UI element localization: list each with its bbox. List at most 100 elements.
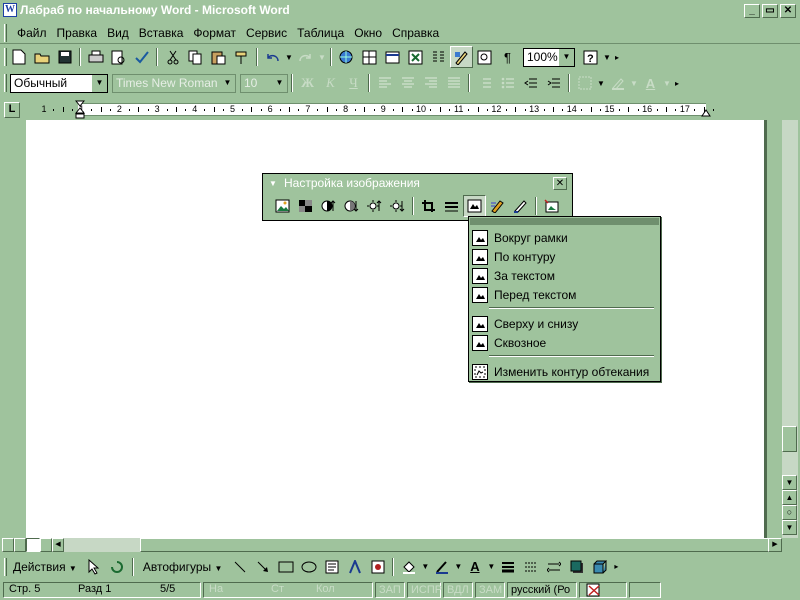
hyperlink-icon[interactable] <box>335 46 358 68</box>
style-dropdown-icon[interactable]: ▼ <box>92 74 107 92</box>
toolbar-more-icon[interactable]: ▸ <box>611 562 621 571</box>
clip-art-icon[interactable] <box>366 556 389 578</box>
line-color-dropdown-icon[interactable]: ▼ <box>453 562 463 571</box>
scroll-down-icon[interactable]: ▼ <box>782 475 797 490</box>
justify-icon[interactable] <box>442 72 465 94</box>
close-button[interactable]: ✕ <box>780 4 796 18</box>
toolbar-menu-icon[interactable]: ▼ <box>269 175 277 192</box>
wrap-in-front-item[interactable]: Перед текстом <box>472 286 657 304</box>
free-rotate-icon[interactable] <box>106 556 129 578</box>
columns-icon[interactable] <box>427 46 450 68</box>
align-right-icon[interactable] <box>419 72 442 94</box>
line-style-icon[interactable] <box>440 195 463 217</box>
menu-drag-handle[interactable] <box>470 218 659 225</box>
text-wrapping-icon[interactable] <box>463 195 486 217</box>
font-select[interactable]: Times New Roman ▼ <box>112 73 236 93</box>
horizontal-scroll-thumb[interactable] <box>140 538 770 552</box>
help-dropdown-icon[interactable]: ▼ <box>602 53 612 62</box>
vertical-scroll-thumb[interactable] <box>782 426 797 452</box>
menu-insert[interactable]: Вставка <box>134 25 189 41</box>
menu-help[interactable]: Справка <box>387 25 444 41</box>
dash-style-icon[interactable] <box>519 556 542 578</box>
highlight-icon[interactable] <box>606 72 629 94</box>
scroll-right-icon[interactable]: ▶ <box>768 538 782 552</box>
next-page-icon[interactable]: ▼ <box>782 520 797 535</box>
open-folder-icon[interactable] <box>30 46 53 68</box>
picture-toolbar-title-bar[interactable]: ▼ Настройка изображения <box>264 175 571 193</box>
align-center-icon[interactable] <box>396 72 419 94</box>
toolbar-grip[interactable] <box>4 74 7 92</box>
web-view-icon[interactable] <box>14 538 26 552</box>
minimize-button[interactable]: _ <box>744 4 760 18</box>
numbering-icon[interactable] <box>473 72 496 94</box>
menu-table[interactable]: Таблица <box>292 25 349 41</box>
reset-picture-icon[interactable] <box>540 195 563 217</box>
help-icon[interactable]: ? <box>579 46 602 68</box>
print-layout-view-icon[interactable] <box>26 538 40 552</box>
3d-icon[interactable] <box>588 556 611 578</box>
draw-font-color-dropdown-icon[interactable]: ▼ <box>486 562 496 571</box>
outline-view-icon[interactable] <box>40 538 52 552</box>
redo-icon[interactable] <box>294 46 317 68</box>
text-box-icon[interactable] <box>320 556 343 578</box>
arrow-icon[interactable] <box>251 556 274 578</box>
arrow-style-icon[interactable] <box>542 556 565 578</box>
line-color-icon[interactable] <box>430 556 453 578</box>
zoom-dropdown-icon[interactable]: ▼ <box>559 48 574 66</box>
oval-icon[interactable] <box>297 556 320 578</box>
document-map-icon[interactable] <box>473 46 496 68</box>
more-brightness-icon[interactable] <box>363 195 386 217</box>
toolbar-more-icon[interactable]: ▸ <box>672 79 682 88</box>
right-indent-marker[interactable] <box>701 105 711 117</box>
align-left-icon[interactable] <box>373 72 396 94</box>
wrap-square-item[interactable]: Вокруг рамки <box>472 229 657 247</box>
paste-icon[interactable] <box>207 46 230 68</box>
font-dropdown-icon[interactable]: ▼ <box>220 74 235 92</box>
style-select[interactable]: Обычный ▼ <box>10 73 108 93</box>
status-ovr[interactable]: ЗАМ <box>475 582 505 598</box>
crop-icon[interactable] <box>417 195 440 217</box>
copy-icon[interactable] <box>184 46 207 68</box>
status-ext[interactable]: ВДЛ <box>443 582 473 598</box>
show-hide-icon[interactable]: ¶ <box>496 46 519 68</box>
font-size-dropdown-icon[interactable]: ▼ <box>272 74 287 92</box>
border-dropdown-icon[interactable]: ▼ <box>596 79 606 88</box>
wrap-top-bottom-item[interactable]: Сверху и снизу <box>472 315 657 333</box>
font-color-icon[interactable]: A <box>639 72 662 94</box>
wrap-tight-item[interactable]: По контуру <box>472 248 657 266</box>
fill-color-icon[interactable] <box>397 556 420 578</box>
less-brightness-icon[interactable] <box>386 195 409 217</box>
menu-file[interactable]: Файл <box>12 25 52 41</box>
picture-toolbar-close-button[interactable]: ✕ <box>553 177 567 190</box>
previous-page-icon[interactable]: ▲ <box>782 490 797 505</box>
undo-icon[interactable] <box>261 46 284 68</box>
rectangle-icon[interactable] <box>274 556 297 578</box>
restore-button[interactable]: ▭ <box>762 4 778 18</box>
line-icon[interactable] <box>228 556 251 578</box>
left-indent-marker[interactable] <box>74 100 86 120</box>
format-painter-icon[interactable] <box>230 46 253 68</box>
undo-dropdown-icon[interactable]: ▼ <box>284 53 294 62</box>
italic-button[interactable]: К <box>319 72 342 94</box>
normal-view-icon[interactable] <box>2 538 14 552</box>
format-picture-icon[interactable] <box>486 195 509 217</box>
drawing-icon[interactable] <box>450 46 473 68</box>
toolbar-more-icon[interactable]: ▸ <box>612 53 622 62</box>
draw-font-color-icon[interactable]: A <box>463 556 486 578</box>
menu-tools[interactable]: Сервис <box>241 25 292 41</box>
set-transparent-color-icon[interactable] <box>509 195 532 217</box>
more-contrast-icon[interactable] <box>317 195 340 217</box>
menu-edit[interactable]: Правка <box>52 25 103 41</box>
tables-borders-icon[interactable] <box>358 46 381 68</box>
font-size-select[interactable]: 10 ▼ <box>240 73 288 93</box>
horizontal-ruler[interactable]: L 1 1 2 3 4 5 6 7 8 9 10 11 12 13 14 15 16 17 <box>0 100 800 120</box>
redo-dropdown-icon[interactable]: ▼ <box>317 53 327 62</box>
browse-object-icon[interactable]: ○ <box>782 505 797 520</box>
insert-table-icon[interactable] <box>381 46 404 68</box>
menu-format[interactable]: Формат <box>188 25 241 41</box>
shadow-icon[interactable] <box>565 556 588 578</box>
horizontal-scroll-track[interactable] <box>64 538 770 552</box>
increase-indent-icon[interactable] <box>542 72 565 94</box>
spelling-icon[interactable] <box>130 46 153 68</box>
edit-wrap-points-item[interactable]: Изменить контур обтекания <box>472 363 657 381</box>
